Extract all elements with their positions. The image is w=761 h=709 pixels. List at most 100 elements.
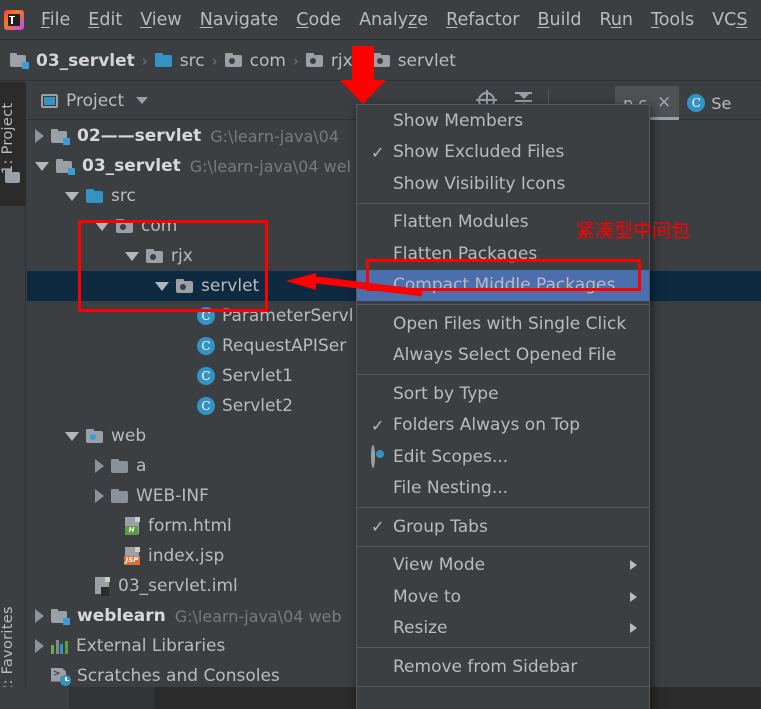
menu-item-sort-by-type[interactable]: Sort by Type: [357, 378, 649, 410]
module-folder-icon: [51, 128, 70, 145]
menu-item-label: Show Members: [393, 110, 524, 131]
intellij-idea-logo-icon: [4, 9, 24, 30]
menu-item-show-excluded-files[interactable]: ✓ Show Excluded Files: [357, 137, 649, 169]
menu-item-remove-from-sidebar[interactable]: Remove from Sidebar: [357, 651, 649, 683]
radio-slot: [371, 445, 393, 469]
menu-vcs[interactable]: VCS: [703, 7, 756, 33]
menu-separator: [357, 507, 649, 508]
menu-analyze[interactable]: Analyze: [350, 7, 437, 33]
menu-item-label: File Nesting...: [393, 478, 509, 499]
menu-edit[interactable]: Edit: [79, 7, 131, 33]
breadcrumb-label: rjx: [330, 50, 353, 71]
tree-label: index.jsp: [148, 546, 225, 566]
iml-file-icon: [95, 577, 111, 596]
collapse-arrow-icon[interactable]: [35, 161, 49, 171]
expand-arrow-icon[interactable]: [95, 459, 104, 473]
menu-item-resize[interactable]: Resize: [357, 613, 649, 645]
expand-arrow-icon[interactable]: [35, 609, 44, 623]
menu-item-label: Open Files with Single Click: [393, 313, 627, 334]
close-icon[interactable]: ✕: [657, 93, 671, 113]
package-folder-icon: [372, 53, 391, 68]
tree-path: G:\learn-java\04 wel: [189, 156, 351, 176]
breadcrumb-label: 03_servlet: [36, 50, 135, 71]
breadcrumb-item-com[interactable]: com: [224, 50, 286, 71]
project-window-icon: [41, 93, 58, 108]
breadcrumb-label: src: [179, 50, 205, 71]
menu-separator: [357, 202, 649, 204]
sidebar-tab-project[interactable]: 1: Project: [0, 82, 26, 206]
plain-folder-icon: [111, 458, 129, 474]
tree-label: web: [111, 426, 147, 446]
check-icon: ✓: [371, 142, 385, 162]
menu-item-move-to[interactable]: Move to: [357, 581, 649, 613]
menu-item-label: Move to: [393, 586, 462, 607]
collapse-arrow-icon[interactable]: [155, 281, 169, 291]
breadcrumb-item-rjx[interactable]: rjx: [305, 50, 353, 71]
menu-item-show-visibility-icons[interactable]: Show Visibility Icons: [357, 168, 649, 200]
menu-item-help[interactable]: [357, 690, 649, 709]
tree-label: a: [136, 456, 147, 476]
panel-title: Project: [66, 90, 125, 111]
breadcrumb-item-module[interactable]: 03_servlet: [10, 51, 135, 71]
annotation-chinese-note: 紧凑型中间包: [576, 220, 691, 242]
expand-arrow-icon[interactable]: [95, 489, 104, 503]
menu-item-edit-scopes[interactable]: Edit Scopes...: [357, 441, 649, 473]
breadcrumb-item-servlet[interactable]: servlet: [372, 51, 456, 71]
tree-label: External Libraries: [76, 636, 226, 656]
menu-run[interactable]: Run: [590, 7, 642, 33]
tree-label: Servlet1: [222, 366, 293, 386]
java-class-icon: C: [197, 337, 215, 355]
menu-bar: File Edit View Navigate Code Analyze Ref…: [0, 0, 761, 40]
menu-view[interactable]: View: [131, 7, 191, 33]
menu-item-show-members[interactable]: Show Members: [357, 105, 649, 137]
menu-item-group-tabs[interactable]: ✓ Group Tabs: [357, 511, 649, 543]
tree-path: G:\learn-java\04 web: [174, 606, 342, 626]
breadcrumb-label: com: [249, 50, 286, 71]
collapse-arrow-icon[interactable]: [65, 191, 79, 201]
collapse-arrow-icon[interactable]: [65, 431, 79, 441]
menu-item-label: Flatten Modules: [393, 212, 529, 233]
java-class-icon: C: [197, 397, 215, 415]
project-options-context-menu[interactable]: Show Members ✓ Show Excluded Files Show …: [356, 104, 650, 709]
breadcrumb-item-src[interactable]: src: [154, 50, 205, 71]
menu-file[interactable]: File: [32, 7, 79, 33]
tree-label: 03_servlet.iml: [118, 576, 238, 596]
status-segment: [0, 687, 70, 709]
menu-window[interactable]: Wind: [756, 7, 761, 33]
menu-item-compact-middle-packages[interactable]: Compact Middle Packages: [357, 269, 649, 301]
package-folder-icon: [116, 218, 134, 234]
jsp-file-icon: JSP: [124, 547, 141, 565]
menu-item-folders-always-on-top[interactable]: ✓ Folders Always on Top: [357, 410, 649, 442]
breadcrumb: 03_servlet › src › com › rjx › servlet: [0, 41, 761, 81]
menu-build[interactable]: Build: [528, 7, 590, 33]
tool-window-bar: 1: Project 2: Favorites: [0, 82, 26, 709]
menu-code[interactable]: Code: [287, 7, 350, 33]
menu-navigate[interactable]: Navigate: [191, 7, 288, 33]
tree-label: RequestAPISer: [222, 336, 347, 356]
scratches-icon: >_: [51, 667, 71, 686]
expand-arrow-icon[interactable]: [35, 639, 44, 653]
menu-separator: [357, 374, 649, 375]
editor-tab-1[interactable]: C Se: [679, 86, 739, 120]
ide-window: File Edit View Navigate Code Analyze Ref…: [0, 0, 761, 709]
collapse-arrow-icon[interactable]: [95, 221, 109, 231]
menu-tools[interactable]: Tools: [642, 7, 703, 33]
breadcrumb-separator: ›: [211, 51, 218, 70]
menu-item-label: Show Excluded Files: [393, 142, 565, 163]
menu-item-file-nesting[interactable]: File Nesting...: [357, 473, 649, 505]
expand-arrow-icon[interactable]: [35, 129, 44, 143]
collapse-arrow-icon[interactable]: [125, 251, 139, 261]
plain-folder-icon: [111, 488, 129, 504]
tree-label: Servlet2: [222, 396, 293, 416]
menu-item-label: Sort by Type: [393, 383, 499, 404]
chevron-down-icon[interactable]: [136, 97, 149, 104]
menu-refactor[interactable]: Refactor: [437, 7, 528, 33]
menu-item-always-select-opened-file[interactable]: Always Select Opened File: [357, 340, 649, 372]
menu-item-open-files-single-click[interactable]: Open Files with Single Click: [357, 308, 649, 340]
menu-separator: [357, 545, 649, 547]
tree-label: servlet: [201, 276, 260, 296]
tree-label: com: [141, 216, 178, 236]
tree-label: form.html: [148, 516, 232, 536]
chevron-right-icon: [630, 560, 637, 571]
menu-item-view-mode[interactable]: View Mode: [357, 550, 649, 582]
